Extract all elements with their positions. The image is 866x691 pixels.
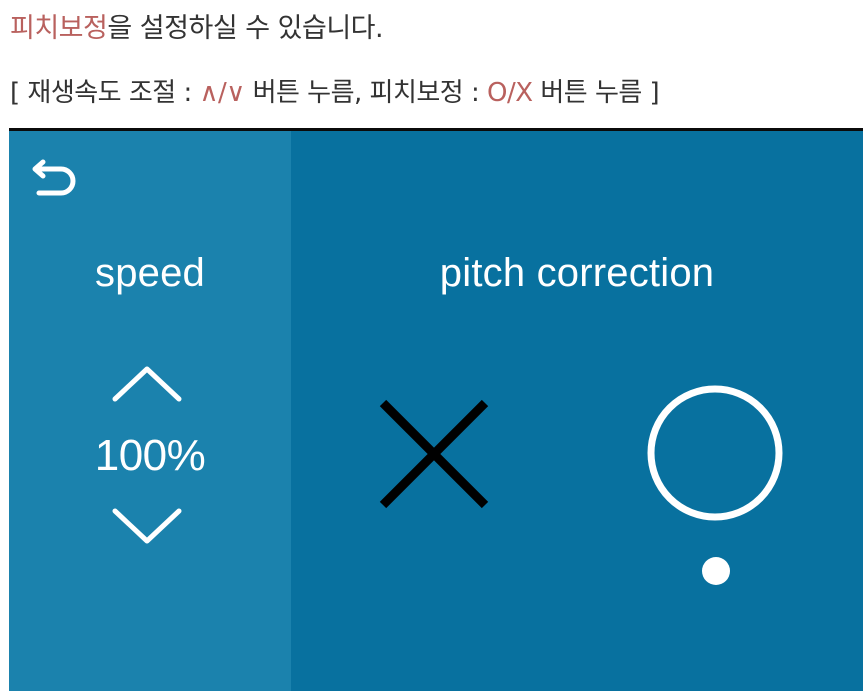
pitch-off-button[interactable]: [369, 389, 499, 519]
caption-line-1-text: 을 설정하실 수 있습니다.: [107, 13, 384, 44]
chevron-up-icon: [112, 366, 182, 402]
caption-accent-pitch: 피치보정: [10, 13, 108, 44]
speed-panel: [9, 131, 291, 691]
device-screen: speed pitch correction 100%: [9, 128, 863, 691]
caption-line-2-open: [ 재생속도 조절 :: [10, 78, 200, 108]
pitch-selected-indicator-dot: [702, 557, 730, 585]
x-mark-icon: [379, 399, 489, 509]
o-mark-icon: [647, 385, 783, 521]
back-arrow-icon: [32, 159, 76, 196]
speed-value: 100%: [94, 431, 206, 480]
caption-line-2: [ 재생속도 조절 : ∧/∨ 버튼 누름, 피치보정 : O/X 버튼 누름 …: [10, 72, 660, 109]
caption-up-down-symbols: ∧/∨: [199, 78, 245, 108]
speed-down-button[interactable]: [109, 501, 185, 551]
pitch-correction-title: pitch correction: [439, 251, 715, 295]
chevron-down-icon: [112, 508, 182, 544]
speed-up-button[interactable]: [109, 359, 185, 409]
caption-line-1: 피치보정을 설정하실 수 있습니다.: [10, 6, 384, 45]
caption-line-2-close: 버튼 누름 ]: [532, 78, 660, 108]
caption-o-x-symbols: O/X: [487, 78, 533, 108]
caption-line-2-mid: 버튼 누름, 피치보정 :: [244, 78, 488, 108]
speed-title: speed: [95, 251, 205, 295]
pitch-on-button[interactable]: [641, 379, 789, 527]
back-button[interactable]: [29, 153, 85, 209]
